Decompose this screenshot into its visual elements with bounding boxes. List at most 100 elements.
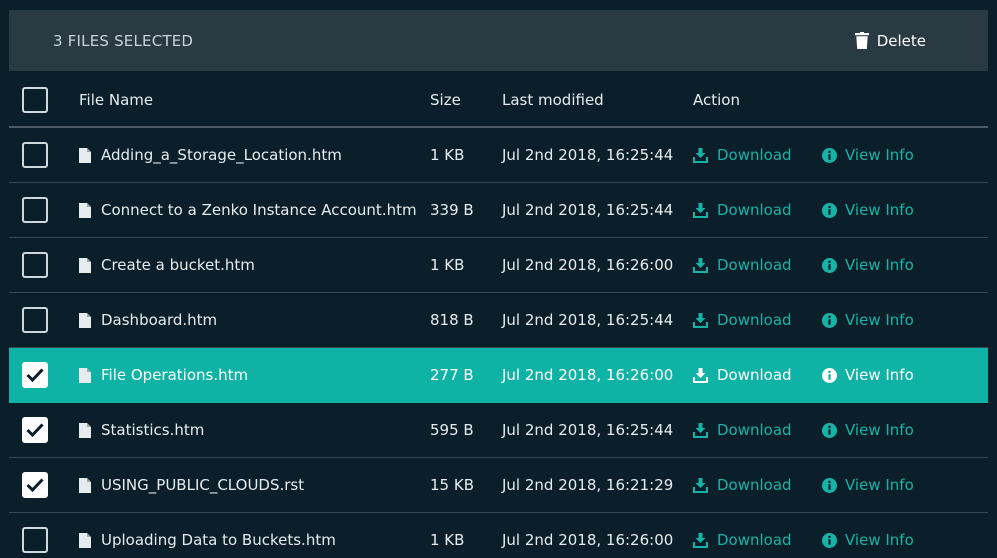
view-info-button[interactable]: View Info (822, 293, 952, 347)
file-name-cell[interactable]: USING_PUBLIC_CLOUDS.rst (79, 458, 419, 512)
download-button[interactable]: Download (693, 238, 813, 292)
info-icon (822, 312, 837, 328)
download-button[interactable]: Download (693, 403, 813, 457)
download-button[interactable]: Download (693, 348, 813, 402)
file-icon (79, 477, 91, 493)
file-size-cell: 1 KB (430, 513, 500, 558)
view-info-button[interactable]: View Info (822, 513, 952, 558)
table-row[interactable]: Create a bucket.htm 1 KB Jul 2nd 2018, 1… (9, 238, 988, 293)
file-browser: 3 FILES SELECTED Delete File Name Size L… (0, 0, 997, 558)
row-checkbox[interactable] (22, 197, 48, 223)
table-row[interactable]: Statistics.htm 595 B Jul 2nd 2018, 16:25… (9, 403, 988, 458)
table-row[interactable]: Dashboard.htm 818 B Jul 2nd 2018, 16:25:… (9, 293, 988, 348)
info-icon (822, 147, 837, 163)
last-modified: Jul 2nd 2018, 16:26:00 (502, 531, 674, 549)
info-icon (822, 477, 837, 493)
delete-label: Delete (876, 31, 926, 50)
last-modified: Jul 2nd 2018, 16:26:00 (502, 256, 674, 274)
delete-button[interactable]: Delete (854, 31, 926, 50)
view-info-label: View Info (845, 421, 914, 439)
last-modified-cell: Jul 2nd 2018, 16:25:44 (502, 183, 682, 237)
row-check-cell (22, 183, 52, 237)
last-modified-cell: Jul 2nd 2018, 16:25:44 (502, 403, 682, 457)
row-check-cell (22, 293, 52, 347)
file-icon (79, 147, 91, 163)
download-button[interactable]: Download (693, 128, 813, 182)
table-row[interactable]: USING_PUBLIC_CLOUDS.rst 15 KB Jul 2nd 20… (9, 458, 988, 513)
last-modified-cell: Jul 2nd 2018, 16:26:00 (502, 238, 682, 292)
row-checkbox[interactable] (22, 307, 48, 333)
file-size: 1 KB (430, 531, 465, 549)
file-size: 1 KB (430, 146, 465, 164)
table-header: File Name Size Last modified Action (9, 73, 988, 128)
file-name-cell[interactable]: Dashboard.htm (79, 293, 419, 347)
file-name-cell[interactable]: File Operations.htm (79, 348, 419, 402)
view-info-button[interactable]: View Info (822, 403, 952, 457)
download-label: Download (717, 311, 792, 329)
download-icon (693, 202, 708, 218)
download-icon (693, 367, 708, 383)
view-info-button[interactable]: View Info (822, 128, 952, 182)
table-row[interactable]: File Operations.htm 277 B Jul 2nd 2018, … (9, 348, 988, 403)
file-size-cell: 595 B (430, 403, 500, 457)
file-size-cell: 15 KB (430, 458, 500, 512)
row-check-cell (22, 348, 52, 402)
column-header-last-modified[interactable]: Last modified (502, 73, 682, 126)
row-checkbox[interactable] (22, 142, 48, 168)
download-button[interactable]: Download (693, 458, 813, 512)
download-button[interactable]: Download (693, 183, 813, 237)
file-size: 1 KB (430, 256, 465, 274)
file-name-cell[interactable]: Statistics.htm (79, 403, 419, 457)
file-size-cell: 339 B (430, 183, 500, 237)
file-name-cell[interactable]: Connect to a Zenko Instance Account.htm (79, 183, 419, 237)
row-checkbox[interactable] (22, 527, 48, 553)
column-header-action: Action (693, 90, 740, 109)
table-row[interactable]: Adding_a_Storage_Location.htm 1 KB Jul 2… (9, 128, 988, 183)
select-all-checkbox[interactable] (22, 86, 48, 113)
download-icon (693, 477, 708, 493)
header-check-cell (22, 73, 52, 126)
row-checkbox[interactable] (22, 252, 48, 278)
column-header-size[interactable]: Size (430, 73, 500, 126)
file-icon (79, 312, 91, 328)
download-label: Download (717, 366, 792, 384)
info-icon (822, 532, 837, 548)
file-name: Connect to a Zenko Instance Account.htm (101, 201, 417, 219)
checkmark-icon (26, 368, 44, 382)
selected-count: 3 FILES SELECTED (53, 31, 194, 50)
download-label: Download (717, 531, 792, 549)
view-info-button[interactable]: View Info (822, 183, 952, 237)
table-row[interactable]: Uploading Data to Buckets.htm 1 KB Jul 2… (9, 513, 988, 558)
info-icon (822, 257, 837, 273)
file-table: File Name Size Last modified Action Addi… (9, 73, 988, 558)
table-row[interactable]: Connect to a Zenko Instance Account.htm … (9, 183, 988, 238)
file-size: 277 B (430, 366, 474, 384)
file-name: Uploading Data to Buckets.htm (101, 531, 336, 549)
file-name: File Operations.htm (101, 366, 249, 384)
file-name-cell[interactable]: Create a bucket.htm (79, 238, 419, 292)
file-name: USING_PUBLIC_CLOUDS.rst (101, 476, 305, 494)
file-size: 15 KB (430, 476, 474, 494)
file-size-cell: 1 KB (430, 128, 500, 182)
row-checkbox[interactable] (22, 362, 48, 388)
file-rows: Adding_a_Storage_Location.htm 1 KB Jul 2… (9, 128, 988, 558)
file-name: Create a bucket.htm (101, 256, 255, 274)
view-info-button[interactable]: View Info (822, 458, 952, 512)
last-modified-cell: Jul 2nd 2018, 16:25:44 (502, 293, 682, 347)
selection-toolbar: 3 FILES SELECTED Delete (9, 10, 988, 71)
view-info-button[interactable]: View Info (822, 238, 952, 292)
row-check-cell (22, 513, 52, 558)
view-info-button[interactable]: View Info (822, 348, 952, 402)
row-checkbox[interactable] (22, 417, 48, 443)
download-button[interactable]: Download (693, 293, 813, 347)
row-checkbox[interactable] (22, 472, 48, 498)
checkmark-icon (26, 423, 44, 437)
file-icon (79, 257, 91, 273)
download-icon (693, 422, 708, 438)
column-header-file-name[interactable]: File Name (79, 73, 419, 126)
file-name-cell[interactable]: Adding_a_Storage_Location.htm (79, 128, 419, 182)
download-button[interactable]: Download (693, 513, 813, 558)
view-info-label: View Info (845, 366, 914, 384)
download-icon (693, 312, 708, 328)
file-name-cell[interactable]: Uploading Data to Buckets.htm (79, 513, 419, 558)
